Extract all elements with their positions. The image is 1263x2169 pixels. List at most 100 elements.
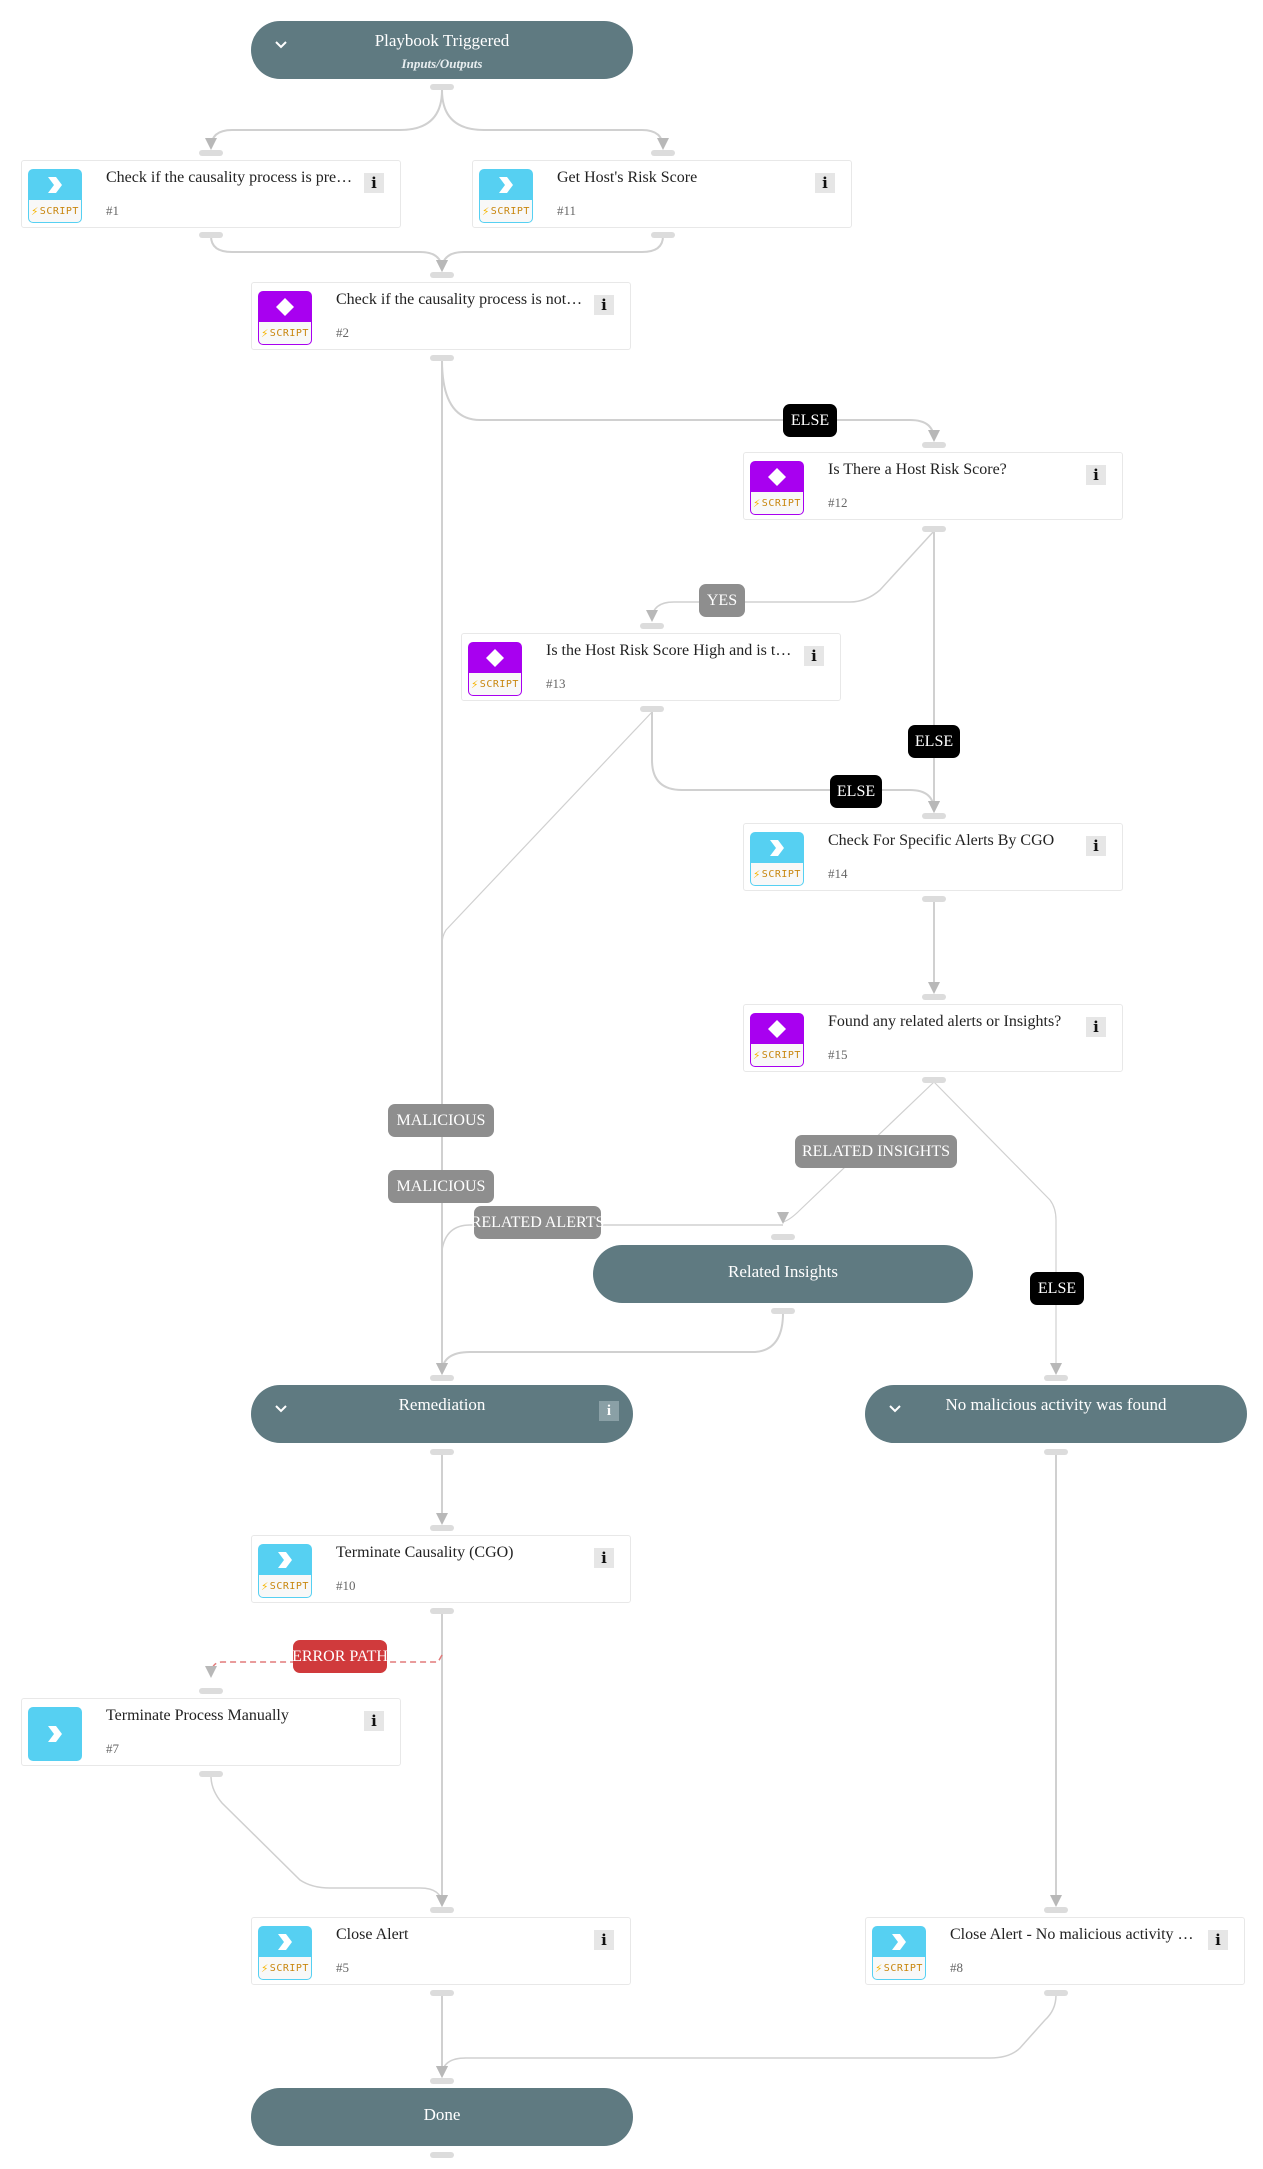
- task-name: Terminate Causality (CGO): [336, 1544, 514, 1561]
- port: [1044, 1907, 1068, 1913]
- lightning-icon: ⚡: [31, 204, 39, 218]
- diamond-icon: [751, 462, 803, 492]
- edge-t15-nomal: [933, 1081, 1062, 1375]
- port: [1044, 1375, 1068, 1381]
- edge-label-malicious[interactable]: MALICIOUS: [388, 1170, 494, 1203]
- task-name: Get Host's Risk Score: [557, 169, 698, 186]
- script-label: ⚡ SCRIPT: [469, 673, 521, 695]
- condition-badge: ⚡ SCRIPT: [258, 291, 312, 345]
- info-icon[interactable]: i: [599, 1401, 619, 1421]
- port: [651, 150, 675, 156]
- port: [430, 2152, 454, 2158]
- info-icon[interactable]: i: [594, 1930, 614, 1950]
- task-name: Terminate Process Manually: [106, 1707, 289, 1724]
- chevron-right-icon: [873, 1927, 925, 1957]
- edge-relinsights-remediation: [436, 1312, 784, 1375]
- port: [430, 84, 454, 90]
- task-node-14[interactable]: ⚡ SCRIPT Check For Specific Alerts By CGO…: [743, 823, 1123, 891]
- info-icon[interactable]: i: [1208, 1930, 1228, 1950]
- task-node-2[interactable]: ⚡ SCRIPT Check if the causality process i…: [251, 282, 631, 350]
- task-number: #1: [106, 203, 119, 218]
- node-title: No malicious activity was found: [945, 1395, 1167, 1414]
- script-badge: ⚡ SCRIPT: [872, 1926, 926, 1980]
- edge-t12-t13: [646, 530, 935, 622]
- task-node-12[interactable]: ⚡ SCRIPT Is There a Host Risk Score? #12 …: [743, 452, 1123, 520]
- task-name: Check For Specific Alerts By CGO: [828, 832, 1055, 849]
- edge-t2-t12: [441, 359, 940, 442]
- script-badge: ⚡ SCRIPT: [258, 1926, 312, 1980]
- edge-t11-t2: [436, 235, 664, 272]
- task-number: #15: [828, 1047, 848, 1062]
- port: [1044, 1990, 1068, 1996]
- diamond-icon: [751, 1014, 803, 1044]
- task-node-10[interactable]: ⚡ SCRIPT Terminate Causality (CGO) #10 i: [251, 1535, 631, 1603]
- port: [430, 1608, 454, 1614]
- info-icon[interactable]: i: [364, 173, 384, 193]
- related-insights-node[interactable]: Related Insights: [593, 1245, 973, 1303]
- task-name: Is the Host Risk Score High and is th…: [546, 642, 796, 659]
- remediation-node[interactable]: Remediation i: [251, 1385, 633, 1443]
- port: [430, 1449, 454, 1455]
- info-icon[interactable]: i: [1086, 1017, 1106, 1037]
- info-icon[interactable]: i: [364, 1711, 384, 1731]
- lightning-icon: ⚡: [261, 1579, 269, 1593]
- playbook-triggered-node[interactable]: Playbook Triggered Inputs/Outputs: [251, 21, 633, 79]
- edge-label-related-insights[interactable]: RELATED INSIGHTS: [795, 1135, 957, 1168]
- task-node-11[interactable]: ⚡ SCRIPT Get Host's Risk Score #11 i: [472, 160, 852, 228]
- edge-label-else[interactable]: ELSE: [908, 725, 960, 758]
- info-icon[interactable]: i: [594, 295, 614, 315]
- port: [922, 442, 946, 448]
- task-number: #8: [950, 1960, 963, 1975]
- edge-label-else[interactable]: ELSE: [830, 775, 882, 808]
- info-icon[interactable]: i: [594, 1548, 614, 1568]
- task-node-13[interactable]: ⚡ SCRIPT Is the Host Risk Score High and …: [461, 633, 841, 701]
- task-name: Found any related alerts or Insights?: [828, 1013, 1062, 1030]
- port: [640, 706, 664, 712]
- script-label: ⚡ SCRIPT: [751, 492, 803, 514]
- edges-layer: [205, 89, 1062, 2078]
- info-icon[interactable]: i: [1086, 836, 1106, 856]
- edge-label-yes[interactable]: YES: [699, 584, 745, 617]
- edge-label-malicious[interactable]: MALICIOUS: [388, 1104, 494, 1137]
- port: [430, 355, 454, 361]
- edge-t7-t5: [210, 1775, 448, 1907]
- info-icon[interactable]: i: [1086, 465, 1106, 485]
- script-badge: ⚡ SCRIPT: [258, 1544, 312, 1598]
- info-icon[interactable]: i: [804, 646, 824, 666]
- no-malicious-activity-node[interactable]: No malicious activity was found: [865, 1385, 1247, 1443]
- lightning-icon: ⚡: [753, 867, 761, 881]
- port: [640, 623, 664, 629]
- edge-label-error-path[interactable]: ERROR PATH: [292, 1640, 388, 1673]
- port: [430, 1907, 454, 1913]
- task-node-5[interactable]: ⚡ SCRIPT Close Alert #5 i: [251, 1917, 631, 1985]
- edge-label-related-alerts[interactable]: RELATED ALERTS: [471, 1206, 604, 1239]
- script-label: ⚡ SCRIPT: [259, 1957, 311, 1979]
- chevron-right-icon: [751, 833, 803, 863]
- chevron-right-icon: [259, 1927, 311, 1957]
- lightning-icon: ⚡: [261, 1961, 269, 1975]
- manual-badge: [28, 1707, 82, 1761]
- edge-label-else[interactable]: ELSE: [1030, 1272, 1084, 1305]
- task-name: Check if the causality process is prev…: [106, 169, 356, 186]
- script-label: ⚡ SCRIPT: [751, 1044, 803, 1066]
- lightning-icon: ⚡: [471, 677, 479, 691]
- inputs-outputs-link[interactable]: Inputs/Outputs: [251, 56, 633, 72]
- lightning-icon: ⚡: [261, 326, 269, 340]
- port: [1044, 1449, 1068, 1455]
- task-node-15[interactable]: ⚡ SCRIPT Found any related alerts or Insi…: [743, 1004, 1123, 1072]
- info-icon[interactable]: i: [815, 173, 835, 193]
- task-name: Close Alert - No malicious activity w…: [950, 1926, 1200, 1943]
- condition-badge: ⚡ SCRIPT: [750, 461, 804, 515]
- port: [430, 1990, 454, 1996]
- done-node[interactable]: Done: [251, 2088, 633, 2146]
- task-node-1[interactable]: ⚡ SCRIPT Check if the causality process i…: [21, 160, 401, 228]
- script-badge: ⚡ SCRIPT: [479, 169, 533, 223]
- task-node-7[interactable]: Terminate Process Manually #7 i: [21, 1698, 401, 1766]
- port: [922, 1077, 946, 1083]
- port: [199, 150, 223, 156]
- port: [199, 1688, 223, 1694]
- port: [430, 1375, 454, 1381]
- edge-label-else[interactable]: ELSE: [783, 404, 837, 437]
- script-badge: ⚡ SCRIPT: [28, 169, 82, 223]
- task-node-8[interactable]: ⚡ SCRIPT Close Alert - No malicious activ…: [865, 1917, 1245, 1985]
